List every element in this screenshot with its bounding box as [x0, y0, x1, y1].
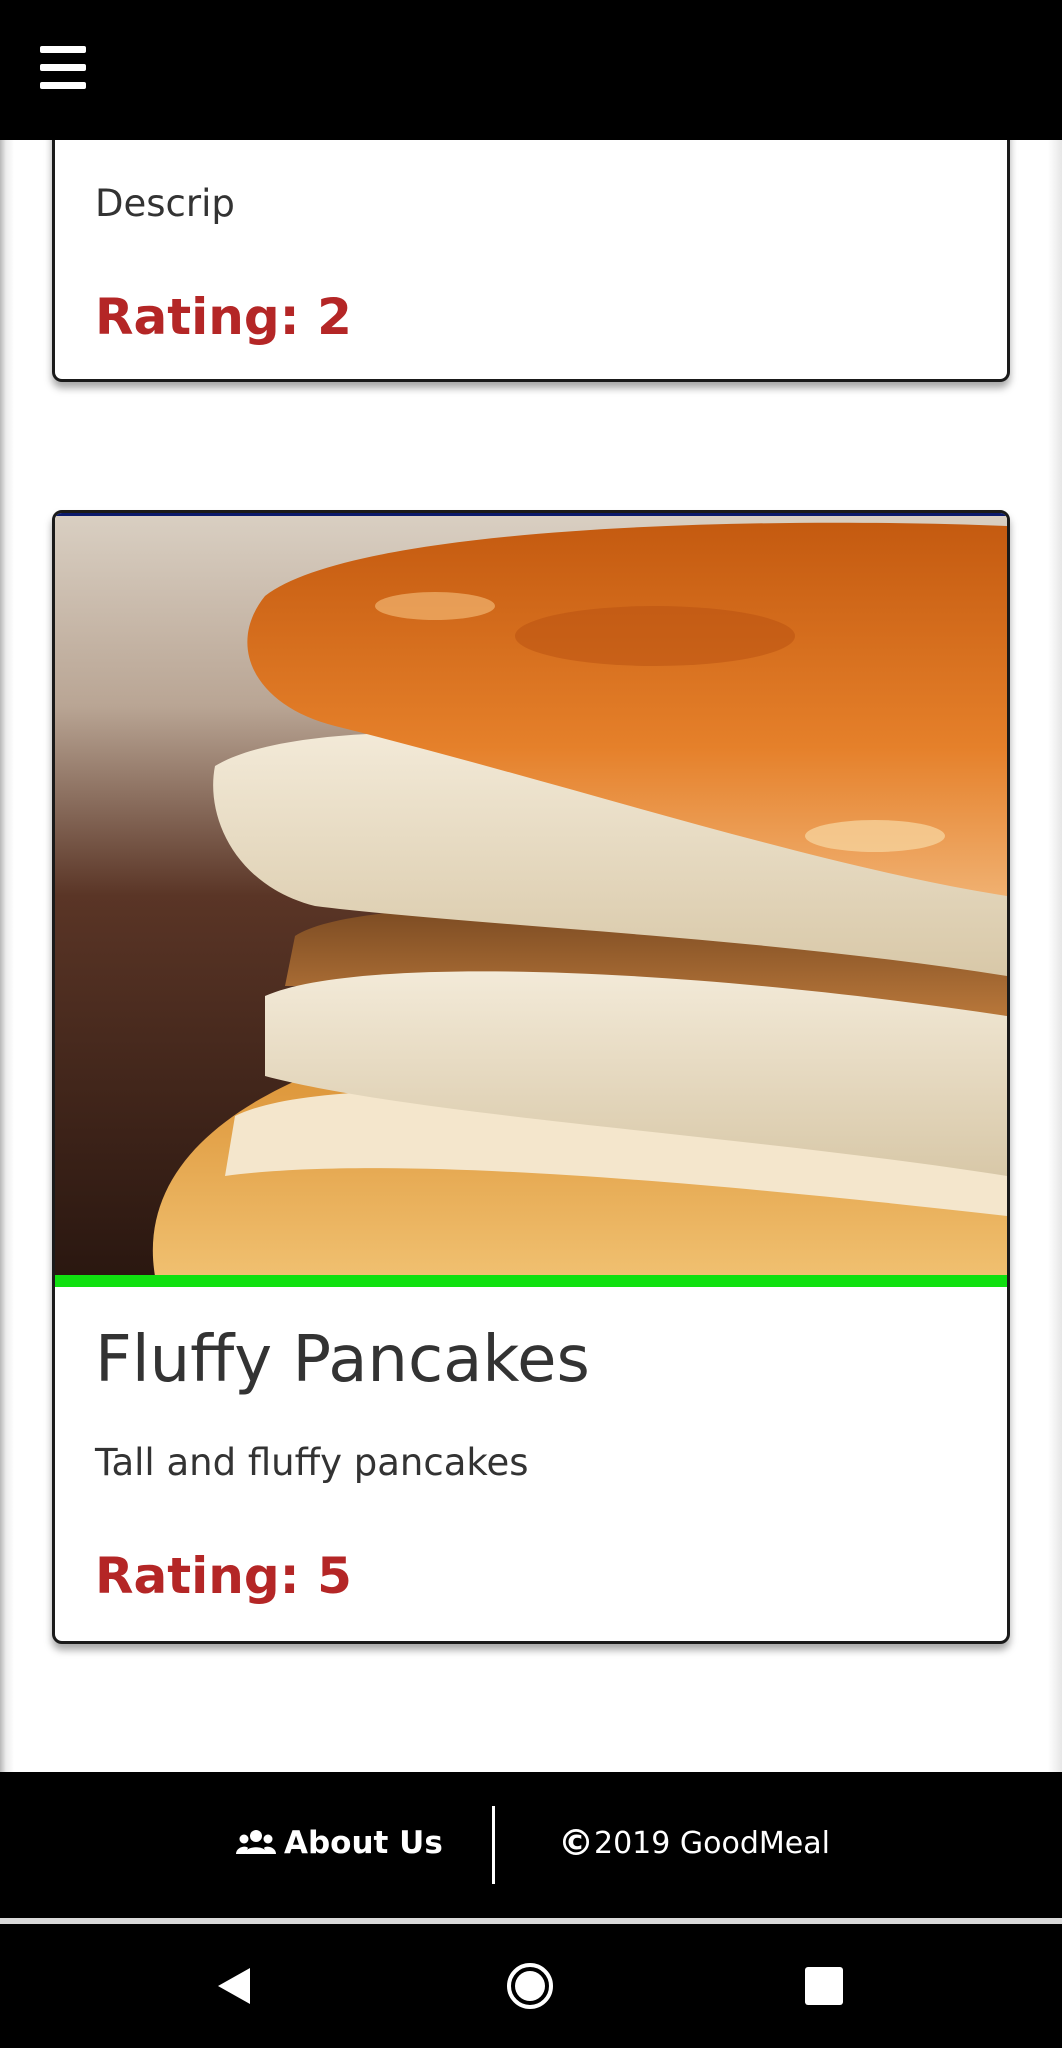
recents-button[interactable]: [764, 1924, 884, 2048]
footer: About Us © 2019 GoodMeal: [0, 1772, 1062, 1918]
home-button[interactable]: [470, 1924, 590, 2048]
top-app-bar: [0, 0, 1062, 140]
recents-square-icon: [805, 1967, 843, 2005]
footer-divider: [492, 1806, 495, 1884]
hamburger-line: [40, 64, 86, 71]
users-icon: [236, 1830, 276, 1854]
system-navigation-bar: [0, 1924, 1062, 2048]
pancakes-photo: [55, 516, 1007, 1276]
recipe-card[interactable]: Fluffy Pancakes Tall and fluffy pancakes…: [52, 510, 1010, 1644]
about-us-link[interactable]: About Us: [236, 1818, 443, 1868]
recipe-rating: Rating: 5: [95, 1547, 352, 1605]
recipe-description: Tall and fluffy pancakes: [95, 1441, 529, 1484]
recipe-title: Fluffy Pancakes: [95, 1323, 590, 1397]
back-button[interactable]: [174, 1924, 294, 2048]
recipe-image[interactable]: [55, 513, 1007, 1276]
home-circle-icon: [507, 1963, 553, 2009]
accent-bar: [55, 1275, 1007, 1287]
hamburger-menu-icon: [40, 46, 86, 53]
recipe-rating: Rating: 2: [95, 288, 352, 346]
copyright-icon: ©: [558, 1822, 594, 1864]
recipe-card[interactable]: Descrip Rating: 2: [52, 110, 1010, 382]
back-triangle-icon: [218, 1968, 250, 2004]
copyright-label: 2019 GoodMeal: [594, 1825, 830, 1861]
about-us-label: About Us: [284, 1825, 443, 1861]
hamburger-line: [40, 82, 86, 89]
recipe-description: Descrip: [95, 182, 235, 225]
menu-button[interactable]: [40, 46, 88, 90]
copyright-text: © 2019 GoodMeal: [558, 1818, 830, 1868]
